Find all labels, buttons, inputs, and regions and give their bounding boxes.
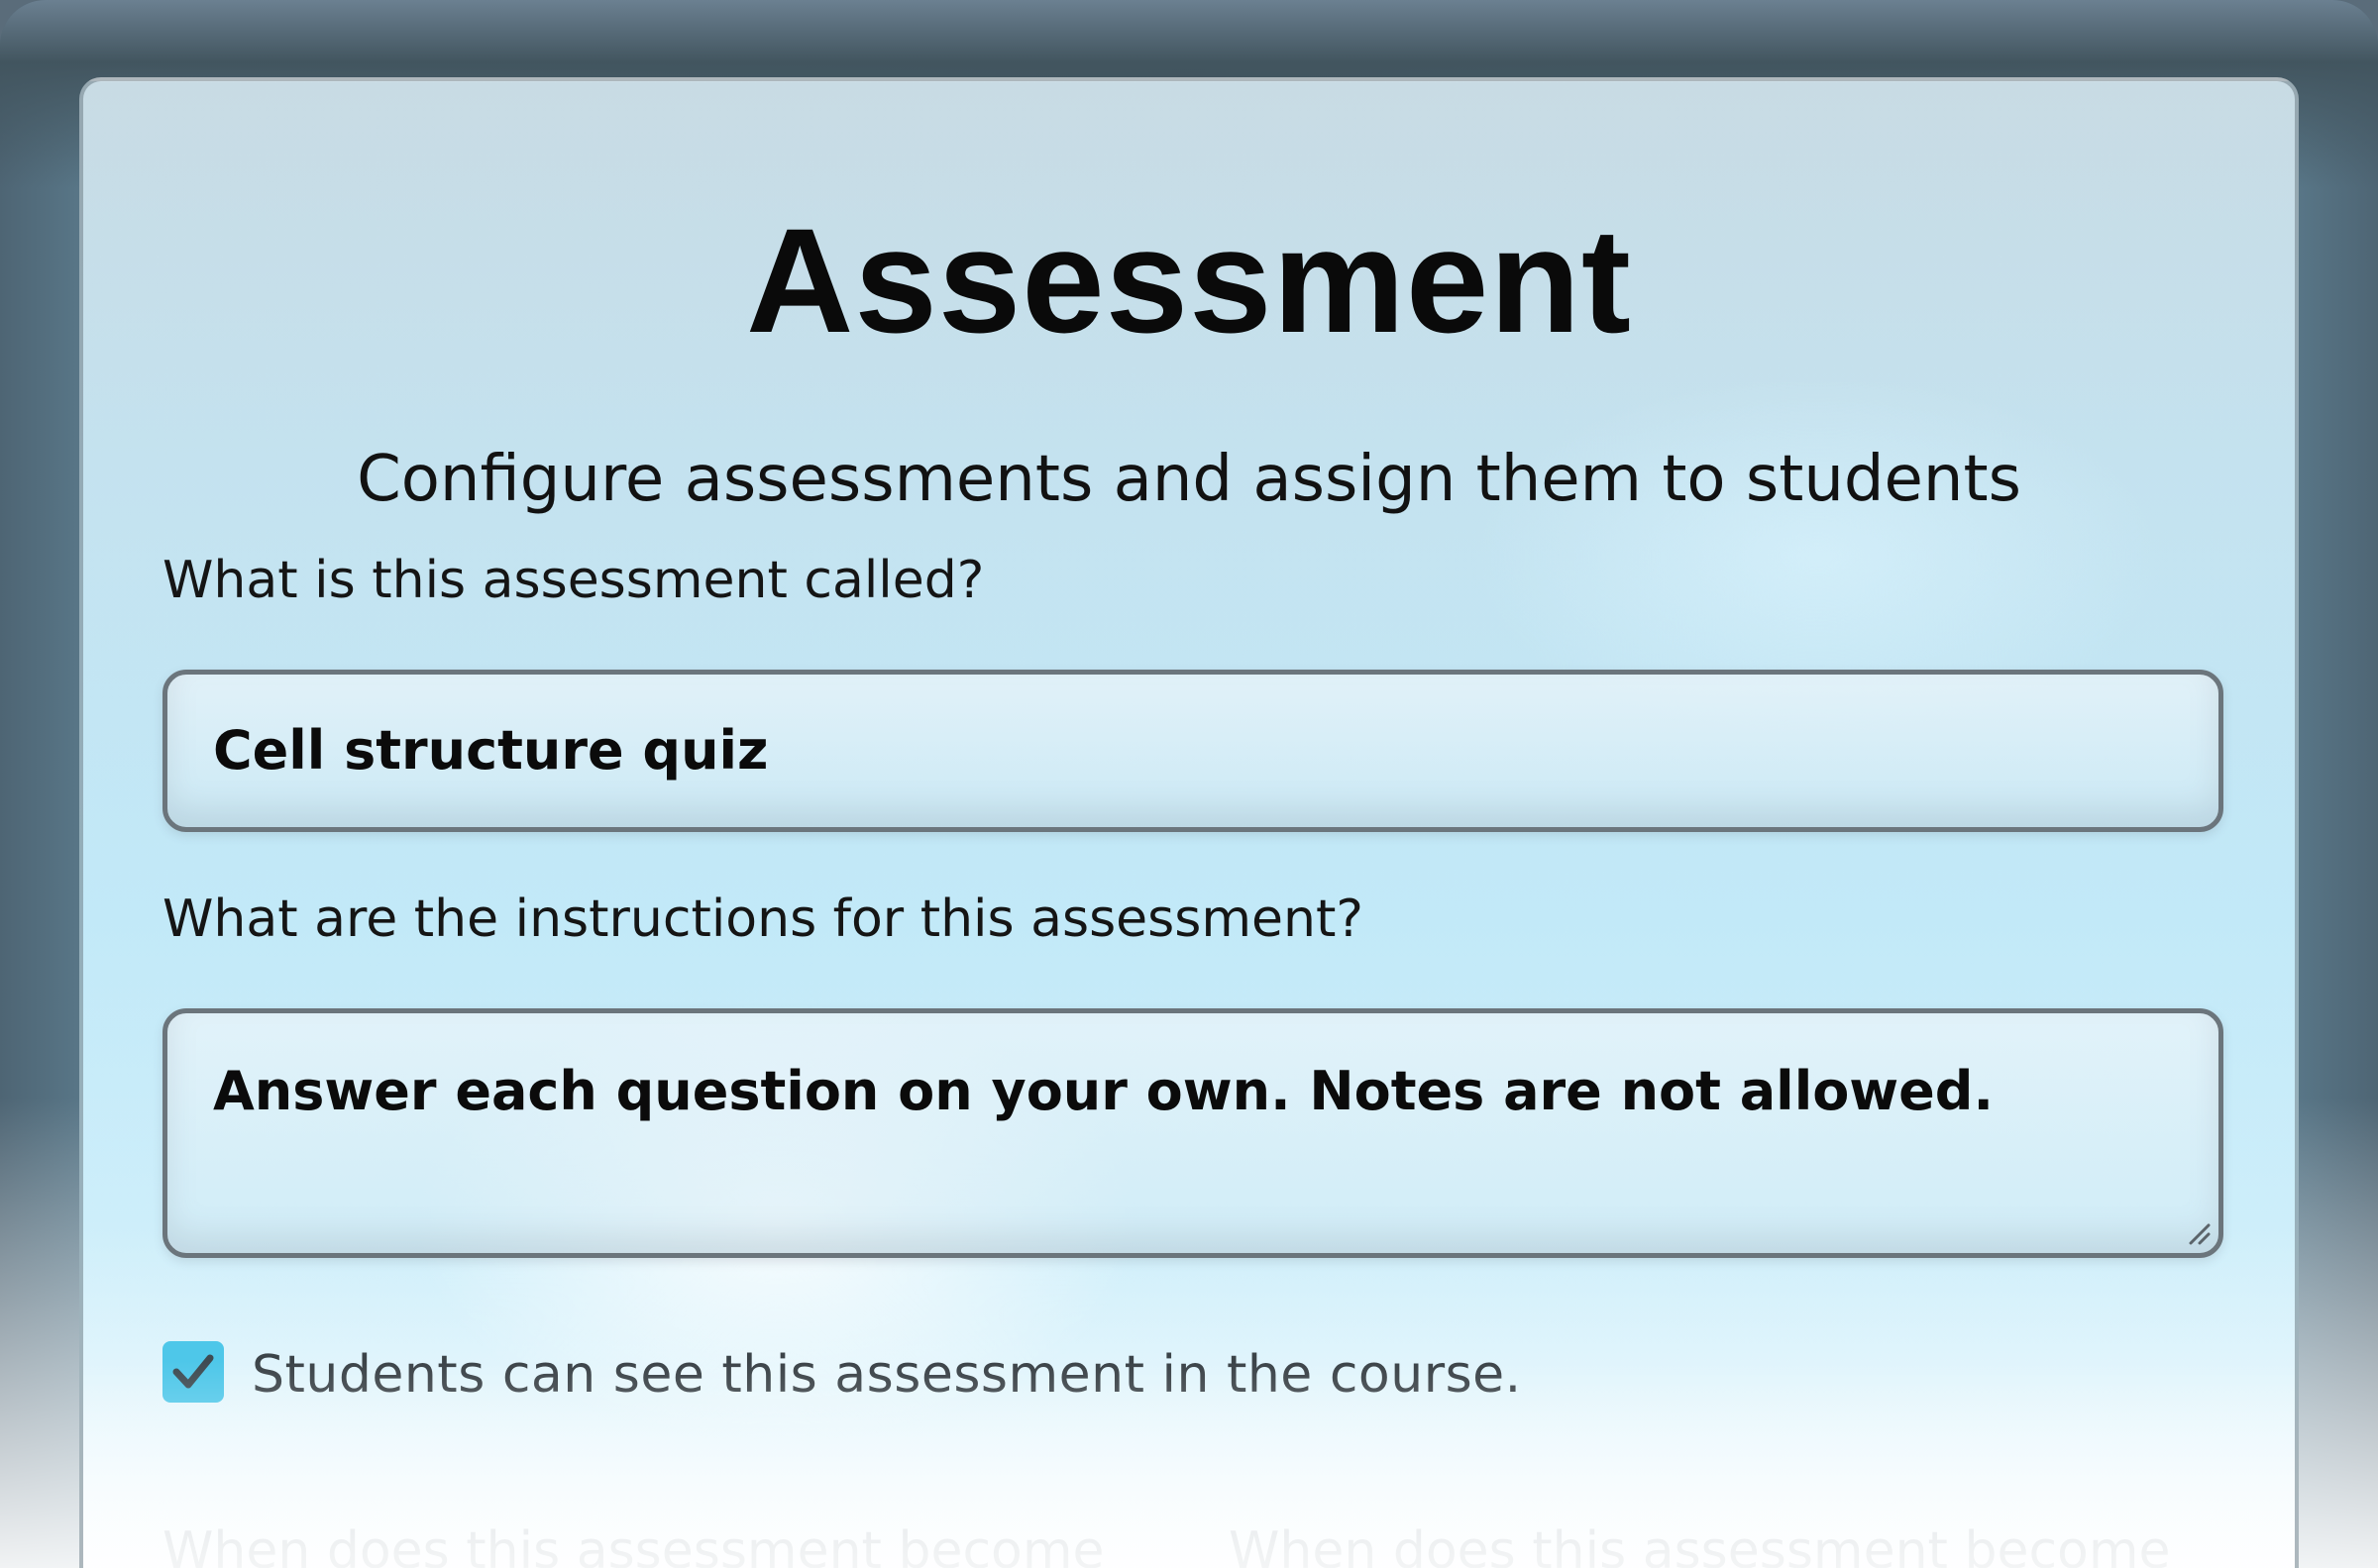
page-title: Assessment: [746, 197, 1632, 364]
page-subtitle: Configure assessments and assign them to…: [357, 443, 2021, 516]
student-visibility-label[interactable]: Students can see this assessment in the …: [252, 1349, 1522, 1401]
assessment-instructions-textarea[interactable]: Answer each question on your own. Notes …: [162, 1008, 2223, 1258]
instructions-text: Answer each question on your own. Notes …: [213, 1060, 1994, 1122]
available-until-label: When does this assessment become: [1229, 1521, 2171, 1568]
assessment-form-card: Assessment Configure assessments and ass…: [79, 77, 2299, 1568]
checkmark-icon: [172, 1354, 214, 1389]
student-visibility-checkbox[interactable]: [162, 1341, 224, 1403]
assessment-instructions-label: What are the instructions for this asses…: [162, 889, 1363, 949]
assessment-name-input[interactable]: Cell structure quiz: [162, 670, 2223, 832]
assessment-name-label: What is this assessment called?: [162, 551, 985, 610]
window-frame: Assessment Configure assessments and ass…: [0, 0, 2378, 1568]
available-from-label: When does this assessment become: [162, 1521, 1105, 1568]
resize-grip-icon[interactable]: [2185, 1219, 2211, 1245]
